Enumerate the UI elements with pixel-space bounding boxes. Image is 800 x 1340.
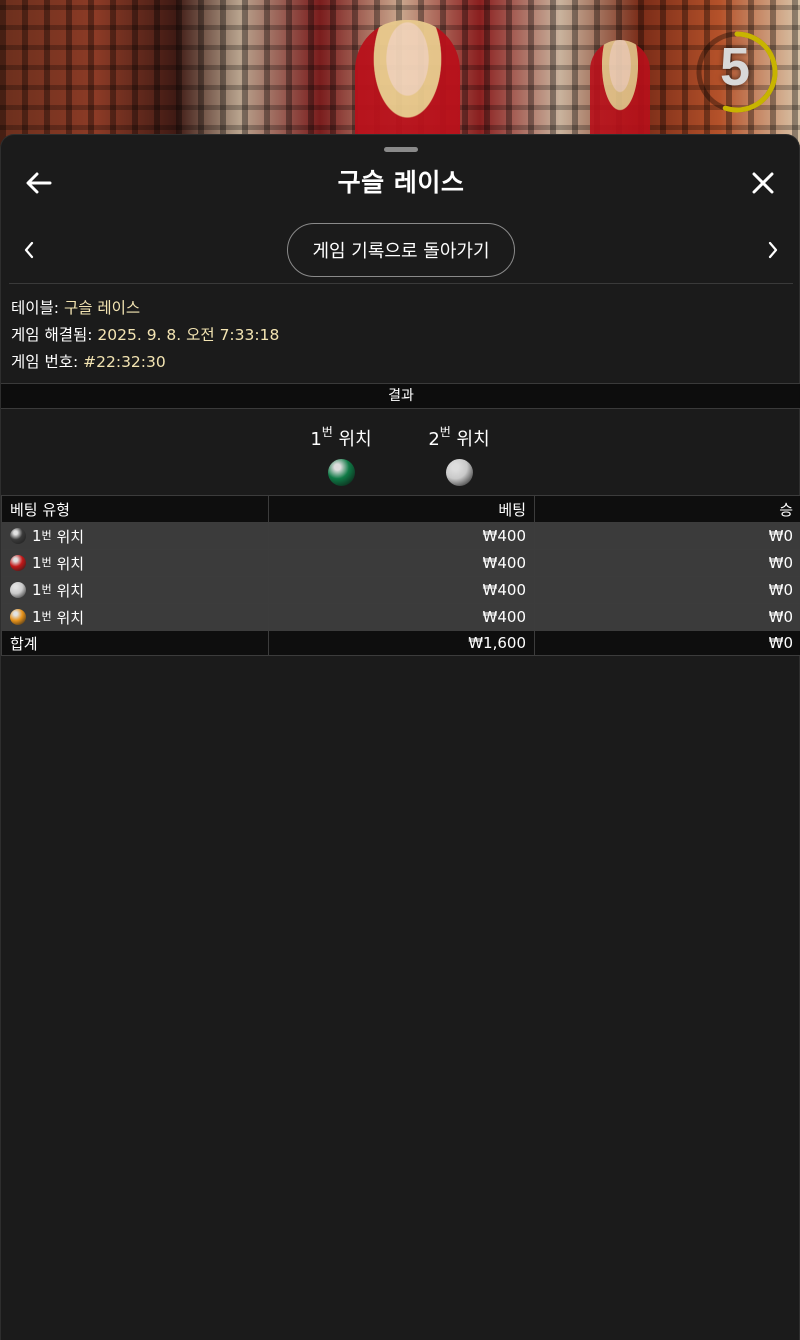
game-number-value: #22:32:30 xyxy=(83,353,166,371)
bets-table-header: 베팅 유형 베팅 승 xyxy=(1,495,800,523)
result-header: 결과 xyxy=(1,383,800,409)
close-button[interactable] xyxy=(743,163,783,203)
info-resolved-row: 게임 해결됨: 2025. 9. 8. 오전 7:33:18 xyxy=(11,322,791,349)
bet-amount-cell: ₩400 xyxy=(268,576,535,604)
header-bet: 베팅 xyxy=(268,495,535,523)
result-positions: 1번 위치 2번 위치 xyxy=(1,419,800,495)
next-game-button[interactable] xyxy=(758,235,788,265)
countdown-timer: 5 xyxy=(694,14,780,130)
drag-handle[interactable] xyxy=(384,147,418,152)
bet-amount-cell: ₩400 xyxy=(268,603,535,631)
header-bet-type: 베팅 유형 xyxy=(1,495,269,523)
total-bet: ₩1,600 xyxy=(268,630,535,656)
total-row: 합계 ₩1,600 ₩0 xyxy=(1,630,800,656)
marble-green-icon xyxy=(327,459,355,486)
bet-amount-cell: ₩400 xyxy=(268,549,535,577)
resolved-value: 2025. 9. 8. 오전 7:33:18 xyxy=(97,326,280,344)
live-stream-video: 5 xyxy=(0,0,800,150)
win-amount-cell: ₩0 xyxy=(534,603,800,631)
marble-silver-icon xyxy=(10,582,26,598)
bet-type-cell: 1번 위치 xyxy=(1,576,269,604)
table-row: 1번 위치 ₩400 ₩0 xyxy=(1,603,800,631)
countdown-number: 5 xyxy=(719,37,751,97)
header-win: 승 xyxy=(534,495,800,523)
chevron-right-icon xyxy=(768,241,778,259)
divider xyxy=(9,283,793,284)
table-row: 1번 위치 ₩400 ₩0 xyxy=(1,549,800,577)
dealer-figure xyxy=(355,20,460,150)
position-label: 2번 위치 xyxy=(428,425,490,450)
previous-game-button[interactable] xyxy=(14,235,44,265)
marble-silver-icon xyxy=(445,459,473,486)
win-amount-cell: ₩0 xyxy=(534,576,800,604)
history-nav: 게임 기록으로 돌아가기 xyxy=(1,223,800,277)
game-number-label: 게임 번호: xyxy=(11,353,79,371)
result-position-2: 2번 위치 xyxy=(414,425,504,486)
bet-type-cell: 1번 위치 xyxy=(1,522,269,550)
win-amount-cell: ₩0 xyxy=(534,549,800,577)
table-row: 1번 위치 ₩400 ₩0 xyxy=(1,522,800,550)
info-game-number-row: 게임 번호: #22:32:30 xyxy=(11,349,791,376)
sheet-header: 구슬 레이스 xyxy=(1,155,800,205)
result-position-1: 1번 위치 xyxy=(296,425,386,486)
win-amount-cell: ₩0 xyxy=(534,522,800,550)
table-value: 구슬 레이스 xyxy=(63,299,141,317)
table-row: 1번 위치 ₩400 ₩0 xyxy=(1,576,800,604)
game-detail-sheet: 구슬 레이스 게임 기록으로 돌아가기 테이블: 구슬 레이스 게임 해결됨: … xyxy=(0,134,800,1340)
position-label: 1번 위치 xyxy=(310,425,372,450)
marble-black-icon xyxy=(10,528,26,544)
dealer-figure-secondary xyxy=(590,40,650,140)
total-label: 합계 xyxy=(1,630,269,656)
marble-orange-icon xyxy=(10,609,26,625)
info-table-row: 테이블: 구슬 레이스 xyxy=(11,295,791,322)
total-win: ₩0 xyxy=(534,630,800,656)
bets-table: 베팅 유형 베팅 승 1번 위치 ₩400 ₩0 1번 위치 ₩400 ₩0 1… xyxy=(1,495,800,656)
bet-amount-cell: ₩400 xyxy=(268,522,535,550)
close-icon xyxy=(752,172,774,194)
marble-red-icon xyxy=(10,555,26,571)
resolved-label: 게임 해결됨: xyxy=(11,326,93,344)
sheet-title: 구슬 레이스 xyxy=(337,168,465,197)
back-to-history-button[interactable]: 게임 기록으로 돌아가기 xyxy=(287,223,515,277)
bet-type-cell: 1번 위치 xyxy=(1,603,269,631)
chevron-left-icon xyxy=(24,241,34,259)
bet-type-cell: 1번 위치 xyxy=(1,549,269,577)
game-info: 테이블: 구슬 레이스 게임 해결됨: 2025. 9. 8. 오전 7:33:… xyxy=(11,295,791,376)
table-label: 테이블: xyxy=(11,299,60,317)
